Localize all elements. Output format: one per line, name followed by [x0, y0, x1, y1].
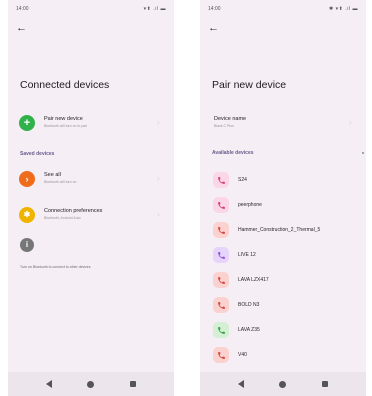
- chevron-right-icon: ›: [349, 118, 352, 127]
- chevron-right-icon: ›: [157, 210, 160, 219]
- phone-icon: [213, 272, 229, 288]
- phone-icon: [213, 322, 229, 338]
- phone-icon: [213, 172, 229, 188]
- phone-icon: [213, 197, 229, 213]
- nav-home-icon[interactable]: [279, 380, 287, 388]
- phone-icon: [213, 222, 229, 238]
- nav-recents-icon[interactable]: [322, 381, 329, 387]
- status-icons: ▾⬆ .ıl ▬: [143, 6, 166, 12]
- status-icons: ✱ ▾⬆ .ıl ▬: [329, 6, 358, 12]
- scroll-indicator: [362, 152, 364, 154]
- device-list-item[interactable]: Hammer_Construction_2_Thermal_5: [200, 220, 366, 242]
- connection-preferences-sub: Bluetooth, Android Auto: [44, 216, 81, 220]
- see-all-item[interactable]: › See all Bluetooth will turn on ›: [8, 167, 174, 191]
- page-title: Connected devices: [20, 79, 110, 91]
- device-list-item[interactable]: LIVE 12: [200, 245, 366, 267]
- page-title: Pair new device: [212, 79, 287, 91]
- nav-home-icon[interactable]: [87, 380, 95, 388]
- device-name: LAVA LZX417: [238, 277, 269, 283]
- info-icon: i: [20, 238, 34, 252]
- connection-preferences-label: Connection preferences: [44, 208, 103, 214]
- phone-icon: [213, 247, 229, 263]
- status-time: 14:00: [16, 6, 29, 12]
- device-name: LIVE 12: [238, 252, 256, 258]
- bluetooth-footer-note: Turn on Bluetooth to connect to other de…: [20, 265, 91, 269]
- pair-new-device-label: Pair new device: [44, 116, 83, 122]
- pair-new-device-sub: Bluetooth will turn on to pair: [44, 124, 88, 128]
- status-time: 14:00: [208, 6, 221, 12]
- available-devices-header: Available devices: [212, 150, 254, 156]
- device-name-value: Black C Plus: [214, 124, 234, 128]
- device-list-item[interactable]: LAVA Z35: [200, 320, 366, 342]
- navigation-bar: [8, 372, 174, 396]
- device-list-item[interactable]: BOLD N3: [200, 295, 366, 317]
- device-name: BOLD N3: [238, 302, 260, 308]
- device-name: Hammer_Construction_2_Thermal_5: [238, 227, 321, 233]
- device-name-label: Device name: [214, 116, 247, 122]
- see-all-label: See all: [44, 172, 61, 178]
- pair-new-device-screen: 14:00 ✱ ▾⬆ .ıl ▬ ← Pair new device Devic…: [200, 0, 366, 396]
- device-list-item[interactable]: LAVA LZX417: [200, 270, 366, 292]
- pair-new-device-item[interactable]: + Pair new device Bluetooth will turn on…: [8, 111, 174, 135]
- device-name: V40: [238, 352, 247, 358]
- nav-back-icon[interactable]: [237, 380, 244, 388]
- phone-icon: [213, 347, 229, 363]
- device-list-item[interactable]: S24: [200, 170, 366, 192]
- device-name: S24: [238, 177, 247, 183]
- device-name-item[interactable]: Device name Black C Plus ›: [200, 112, 366, 136]
- phone-icon: [213, 297, 229, 313]
- chevron-right-icon: ›: [19, 171, 35, 187]
- status-bar: 14:00 ✱ ▾⬆ .ıl ▬: [200, 0, 366, 18]
- chevron-right-icon: ›: [157, 118, 160, 127]
- bluetooth-settings-icon: ✱: [19, 207, 35, 223]
- device-list-item[interactable]: V40: [200, 345, 366, 367]
- chevron-right-icon: ›: [157, 174, 160, 183]
- saved-devices-header: Saved devices: [20, 151, 55, 157]
- connection-preferences-item[interactable]: ✱ Connection preferences Bluetooth, Andr…: [8, 203, 174, 227]
- plus-icon: +: [19, 115, 35, 131]
- navigation-bar: [200, 372, 366, 396]
- back-arrow-icon[interactable]: ←: [16, 22, 28, 34]
- device-name: peerphone: [238, 202, 262, 208]
- device-name: LAVA Z35: [238, 327, 260, 333]
- nav-recents-icon[interactable]: [130, 381, 137, 387]
- connected-devices-screen: 14:00 ▾⬆ .ıl ▬ ← Connected devices + Pai…: [8, 0, 174, 396]
- device-list-item[interactable]: peerphone: [200, 195, 366, 217]
- see-all-sub: Bluetooth will turn on: [44, 180, 77, 184]
- back-arrow-icon[interactable]: ←: [208, 22, 220, 34]
- nav-back-icon[interactable]: [45, 380, 52, 388]
- status-bar: 14:00 ▾⬆ .ıl ▬: [8, 0, 174, 18]
